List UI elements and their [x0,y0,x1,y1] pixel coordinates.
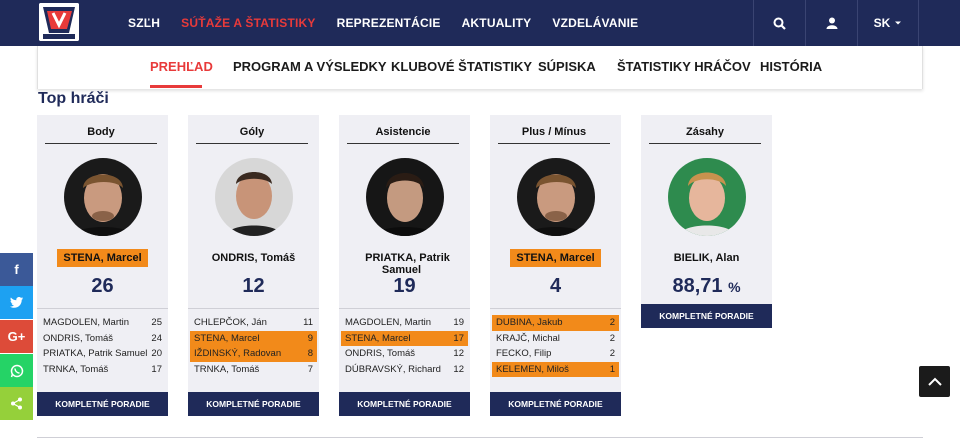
list-item[interactable]: STENA, Marcel 17 [341,330,468,346]
language-select[interactable]: SK [857,0,919,46]
leader-value: 12 [242,275,265,297]
list-item[interactable]: ONDRIS, Tomáš 12 [339,346,470,362]
divider [339,308,470,309]
whatsapp-share-button[interactable] [0,354,33,387]
active-tab-indicator [150,85,202,88]
divider [37,437,923,438]
player-photo [517,158,595,236]
list-item[interactable]: CHLEPČOK, Ján 11 [188,315,319,331]
user-button[interactable] [805,0,857,46]
list-item[interactable]: ONDRIS, Tomáš 24 [37,331,168,347]
card-title: Plus / Mínus [498,126,610,144]
facebook-share-button[interactable]: f [0,253,33,286]
card-title: Zásahy [649,126,761,144]
top-header: SZĽH SÚŤAŽE A ŠTATISTIKY REPREZENTÁCIE A… [0,0,960,46]
full-ranking-button[interactable]: KOMPLETNÉ PORADIE [37,392,168,416]
divider [188,308,319,309]
list-item[interactable]: KRAJČ, Michal 2 [490,331,621,347]
tab-klubove-statistiky[interactable]: KLUBOVÉ ŠTATISTIKY [391,59,532,74]
full-ranking-button[interactable]: KOMPLETNÉ PORADIE [641,304,772,328]
full-ranking-button[interactable]: KOMPLETNÉ PORADIE [339,392,470,416]
nav-szlh[interactable]: SZĽH [128,16,160,30]
whatsapp-icon [10,364,23,377]
list-item[interactable]: FECKO, Filip 2 [490,346,621,362]
main-nav: SZĽH SÚŤAŽE A ŠTATISTIKY REPREZENTÁCIE A… [128,0,659,46]
caret-down-icon [895,21,902,25]
facebook-icon: f [14,262,19,277]
search-button[interactable] [753,0,805,46]
nav-sutaze-statistiky[interactable]: SÚŤAŽE A ŠTATISTIKY [181,16,315,30]
nav-reprezentacie[interactable]: REPREZENTÁCIE [337,16,441,30]
card-title: Body [45,126,157,144]
full-ranking-button[interactable]: KOMPLETNÉ PORADIE [490,392,621,416]
stat-card-goly: Góly ONDRIS, Tomáš 12 CHLEPČOK, Ján 11 ST… [188,115,319,416]
player-photo [668,158,746,236]
player-photo [64,158,142,236]
list-item[interactable]: DUBINA, Jakub 2 [492,315,619,331]
leader-name[interactable]: BIELIK, Alan [641,252,772,264]
nav-vzdelavanie[interactable]: VZDELÁVANIE [552,16,638,30]
stat-card-plus-minus: Plus / Mínus STENA, Marcel 4 DUBINA, Jak… [490,115,621,416]
list-item[interactable]: DÚBRAVSKÝ, Richard 12 [339,362,470,378]
list-item[interactable]: KELEMEN, Miloš 1 [492,361,619,377]
ranking-list: MAGDOLEN, Martin 19 STENA, Marcel 17 ONDRI… [339,315,470,377]
language-label: SK [873,16,891,30]
leader-name[interactable]: STENA, Marcel [490,249,621,267]
chevron-up-icon [927,377,942,386]
tab-program-vysledky[interactable]: PROGRAM A VÝSLEDKY [233,59,387,74]
list-item[interactable]: TRNKA, Tomáš 17 [37,362,168,378]
search-icon [773,17,786,30]
ranking-list: MAGDOLEN, Martin 25 ONDRIS, Tomáš 24 PRIAT… [37,315,168,377]
ranking-list: DUBINA, Jakub 2 KRAJČ, Michal 2 FECKO, Fil… [490,315,621,377]
back-to-top-button[interactable] [919,366,950,397]
divider [490,308,621,309]
stat-card-asistencie: Asistencie PRIATKA, Patrik Samuel 19 MAG… [339,115,470,416]
tab-statistiky-hracov[interactable]: ŠTATISTIKY HRÁČOV [617,59,751,74]
card-title: Asistencie [347,126,459,144]
stat-card-body: Body STENA, Marcel 26 MAGDOLEN, Martin 25… [37,115,168,416]
leader-value-number: 88,71 [672,275,723,297]
player-photo [215,158,293,236]
tab-historia[interactable]: HISTÓRIA [760,59,822,74]
leader-value: 26 [91,275,114,297]
share-icon [11,397,22,410]
list-item[interactable]: IŽDINSKÝ, Radovan 8 [190,346,317,362]
leader-value: 4 [549,275,562,297]
list-item[interactable]: TRNKA, Tomáš 7 [188,362,319,378]
leader-value: 88,71 % [641,275,772,298]
leader-name[interactable]: STENA, Marcel [37,249,168,267]
tab-prehlad[interactable]: PREHĽAD [150,59,213,74]
player-photo [366,158,444,236]
leader-name[interactable]: ONDRIS, Tomáš [188,252,319,264]
share-button[interactable] [0,387,33,420]
google-plus-share-button[interactable]: G+ [0,320,33,353]
google-plus-icon: G+ [7,329,26,344]
leader-name[interactable]: PRIATKA, Patrik Samuel [339,252,470,276]
tab-supiska[interactable]: SÚPISKA [538,59,596,74]
twitter-share-button[interactable] [0,286,33,319]
nav-aktuality[interactable]: AKTUALITY [462,16,532,30]
slovakia-hockey-logo[interactable] [39,3,79,41]
twitter-icon [10,297,23,308]
divider [37,308,168,309]
list-item[interactable]: STENA, Marcel 9 [190,330,317,346]
ranking-list: CHLEPČOK, Ján 11 STENA, Marcel 9 IŽDINSKÝ,… [188,315,319,377]
user-icon [826,17,837,29]
leader-value-unit: % [728,279,741,295]
full-ranking-button[interactable]: KOMPLETNÉ PORADIE [188,392,319,416]
card-title: Góly [196,126,308,144]
section-title: Top hráči [38,90,109,107]
list-item[interactable]: MAGDOLEN, Martin 19 [339,315,470,331]
list-item[interactable]: PRIATKA, Patrik Samuel 20 [37,346,168,362]
stat-card-zasahy: Zásahy BIELIK, Alan 88,71 % KOMPLETNÉ PO… [641,115,772,328]
leader-value: 19 [393,275,416,297]
list-item[interactable]: MAGDOLEN, Martin 25 [37,315,168,331]
sub-nav: PREHĽAD PROGRAM A VÝSLEDKY KLUBOVÉ ŠTATI… [37,46,923,89]
